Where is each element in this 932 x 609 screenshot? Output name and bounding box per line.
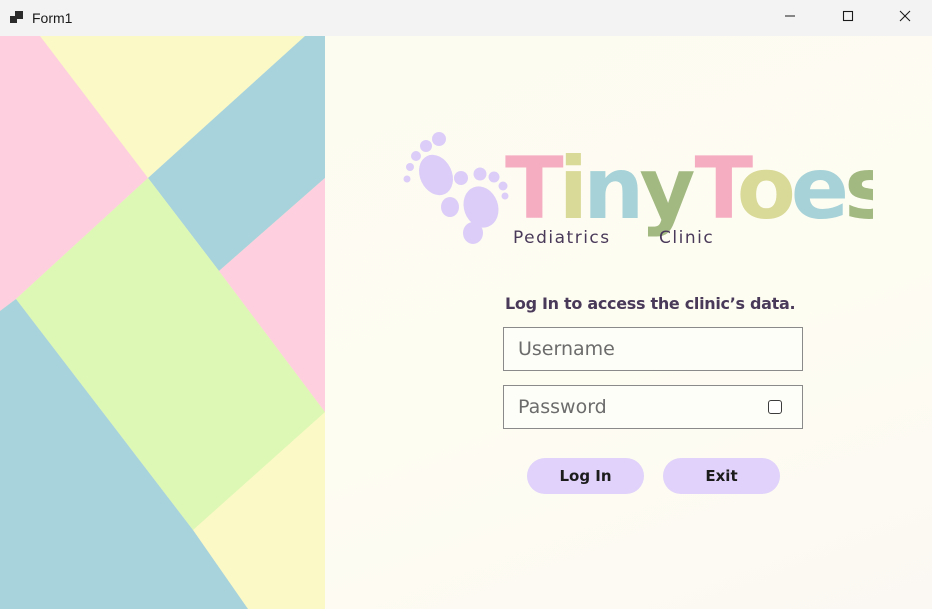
svg-text:TinyToes: TinyToes: [505, 139, 873, 239]
pastel-geometric-pattern: [0, 36, 325, 609]
username-input[interactable]: [504, 328, 802, 370]
password-field[interactable]: [503, 385, 803, 429]
maximize-icon: [842, 9, 854, 27]
baby-footprints-icon: [403, 132, 509, 244]
password-input[interactable]: [504, 386, 802, 428]
title-bar[interactable]: Form1: [0, 0, 932, 36]
close-icon: [899, 9, 911, 27]
maximize-button[interactable]: [819, 0, 877, 36]
show-password-checkbox[interactable]: [768, 400, 782, 414]
subtitle-clinic: Clinic: [659, 228, 714, 248]
app-window-icon: [9, 10, 25, 26]
tinytoes-logo: TinyToes Pediatrics Clinic: [403, 132, 873, 248]
window-title: Form1: [32, 10, 73, 26]
exit-button[interactable]: Exit: [663, 458, 780, 494]
login-button[interactable]: Log In: [527, 458, 644, 494]
login-window: Form1 TinyToes Pediatrics Clinic Log In …: [0, 0, 932, 609]
decorative-pattern-panel: [0, 36, 325, 609]
subtitle-pediatrics: Pediatrics: [513, 228, 611, 248]
login-panel: TinyToes Pediatrics Clinic Log In to acc…: [325, 36, 932, 609]
close-button[interactable]: [877, 0, 932, 36]
minimize-icon: [784, 9, 796, 27]
username-field[interactable]: [503, 327, 803, 371]
minimize-button[interactable]: [761, 0, 819, 36]
login-prompt: Log In to access the clinic’s data.: [505, 294, 796, 313]
